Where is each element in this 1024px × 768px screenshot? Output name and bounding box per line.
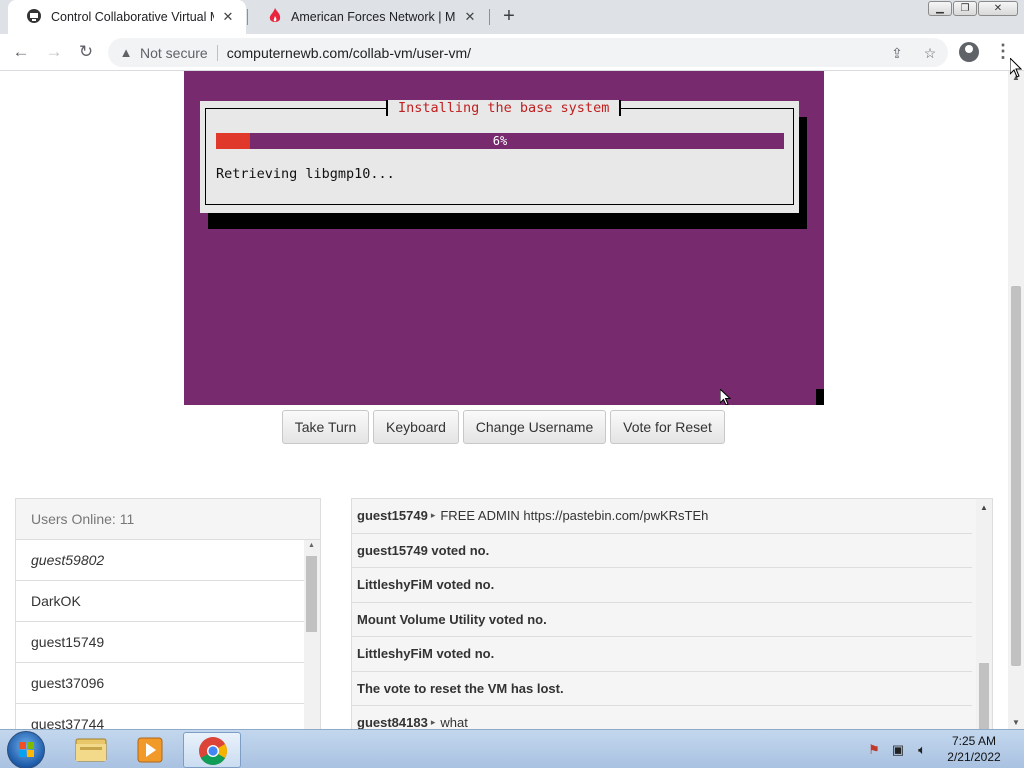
user-list-item[interactable]: guest37096: [16, 663, 304, 704]
user-list-item[interactable]: guest59802: [16, 540, 304, 581]
browser-toolbar: ← → ↻ ▲ Not secure computernewb.com/coll…: [0, 34, 1024, 71]
chat-message: guest15749 ▸ FREE ADMIN https://pastebin.c…: [352, 499, 972, 534]
scroll-down-arrow-icon[interactable]: ▼: [1012, 718, 1020, 727]
chat-username: guest84183: [357, 715, 428, 729]
restore-button[interactable]: ❐: [953, 1, 977, 16]
users-scrollbar[interactable]: ▲: [304, 540, 320, 729]
vm-dialog-frame: Installing the base system 6% Retrieving…: [205, 100, 794, 205]
vm-display[interactable]: Installing the base system 6% Retrieving…: [184, 71, 824, 405]
volume-icon[interactable]: 🔈︎: [914, 742, 930, 758]
user-list-item[interactable]: guest37744: [16, 704, 304, 729]
chat-scrollbar[interactable]: ▲: [976, 499, 992, 729]
explorer-folder-icon[interactable]: [62, 732, 120, 768]
media-player-icon[interactable]: [121, 732, 179, 768]
tab-separator: [489, 9, 490, 25]
chat-system-message: LittleshyFiM voted no.: [352, 637, 972, 672]
keyboard-button[interactable]: Keyboard: [373, 410, 459, 444]
profile-avatar-icon[interactable]: [959, 42, 979, 62]
vote-reset-button[interactable]: Vote for Reset: [610, 410, 725, 444]
vm-dialog-title: Installing the base system: [386, 100, 622, 116]
browser-tab-strip: Control Collaborative Virtual Ma ✕ Ameri…: [0, 0, 1024, 34]
new-tab-button[interactable]: +: [498, 5, 520, 27]
clock-date: 2/21/2022: [947, 750, 1001, 764]
mouse-cursor-icon: [719, 387, 732, 405]
chat-system-message: Mount Volume Utility voted no.: [352, 603, 972, 637]
close-icon[interactable]: ✕: [462, 9, 478, 25]
close-window-button[interactable]: ✕: [978, 1, 1018, 16]
tab-separator: [247, 9, 248, 25]
chat-text: what: [440, 715, 468, 729]
chrome-icon[interactable]: [183, 732, 241, 768]
vm-progress-bar: 6%: [216, 133, 784, 149]
back-arrow-icon[interactable]: ←: [9, 40, 33, 64]
minimize-button[interactable]: ▁: [928, 1, 952, 16]
users-online-header: Users Online: 11: [16, 499, 320, 540]
bookmark-star-icon[interactable]: ☆: [921, 44, 939, 62]
chat-system-message: The vote to reset the VM has lost.: [352, 672, 972, 706]
chat-panel: guest15749 ▸ FREE ADMIN https://pastebin.c…: [351, 498, 993, 729]
mouse-cursor-icon: [1009, 56, 1023, 81]
address-bar[interactable]: ▲ Not secure computernewb.com/collab-vm/…: [108, 38, 948, 67]
windows-flag-icon: [19, 742, 34, 757]
tab-collabvm[interactable]: Control Collaborative Virtual Ma ✕: [8, 0, 246, 34]
users-scroll-thumb[interactable]: [306, 556, 317, 632]
chat-system-text: LittleshyFiM voted no.: [357, 646, 495, 662]
users-list: guest59802 DarkOK guest15749 guest37096 …: [16, 540, 304, 729]
page-scrollbar[interactable]: ▲ ▼: [1008, 71, 1024, 729]
page-content: Installing the base system 6% Retrieving…: [0, 71, 1008, 729]
vm-corner-block: [816, 389, 824, 405]
user-list-item[interactable]: DarkOK: [16, 581, 304, 622]
chat-message: guest84183 ▸ what: [352, 706, 972, 729]
warning-triangle-icon[interactable]: ▲: [118, 45, 134, 60]
not-secure-label[interactable]: Not secure: [140, 45, 208, 61]
afn-flame-icon: [268, 7, 282, 27]
chat-separator: ▸: [430, 717, 436, 728]
network-icon[interactable]: ▣: [890, 742, 906, 758]
windows-taskbar: ⚑ ▣ 🔈︎ 7:25 AM 2/21/2022: [0, 729, 1024, 768]
chat-messages: guest15749 ▸ FREE ADMIN https://pastebin.c…: [352, 499, 972, 729]
vm-installer-dialog: Installing the base system 6% Retrieving…: [200, 100, 799, 213]
chat-system-text: The vote to reset the VM has lost.: [357, 680, 564, 696]
chat-system-message: guest15749 voted no.: [352, 534, 972, 568]
vm-progress-label: 6%: [492, 134, 508, 148]
page-scroll-thumb[interactable]: [1011, 286, 1021, 666]
user-list-item[interactable]: guest15749: [16, 622, 304, 663]
start-button[interactable]: [7, 731, 45, 768]
change-username-button[interactable]: Change Username: [463, 410, 606, 444]
close-icon[interactable]: ✕: [220, 9, 236, 25]
vm-status-text: Retrieving libgmp10...: [216, 166, 395, 182]
clock-time: 7:25 AM: [951, 734, 997, 748]
collabvm-favicon-icon: [26, 8, 42, 27]
scroll-up-arrow-icon[interactable]: ▲: [308, 542, 315, 549]
tab-title: Control Collaborative Virtual Ma: [51, 10, 214, 24]
system-clock[interactable]: 7:25 AM 2/21/2022: [934, 733, 1014, 765]
action-center-flag-icon[interactable]: ⚑: [866, 742, 882, 758]
url-text[interactable]: computernewb.com/collab-vm/user-vm/: [227, 45, 471, 61]
kebab-menu-icon[interactable]: ⋮: [994, 40, 1012, 64]
chat-system-text: LittleshyFiM voted no.: [357, 577, 495, 593]
reload-icon[interactable]: ↻: [74, 40, 98, 64]
take-turn-button[interactable]: Take Turn: [282, 410, 369, 444]
chat-system-text: Mount Volume Utility voted no.: [357, 611, 547, 627]
scroll-up-arrow-icon[interactable]: ▲: [980, 503, 988, 512]
chat-system-message: LittleshyFiM voted no.: [352, 568, 972, 603]
forward-arrow-icon[interactable]: →: [42, 40, 66, 64]
tab-afn[interactable]: American Forces Network | Milita ✕: [250, 0, 488, 34]
chat-text: FREE ADMIN https://pastebin.com/pwKRsTEh: [440, 508, 709, 524]
chat-scroll-thumb[interactable]: [979, 663, 989, 729]
chat-username: guest15749: [357, 508, 428, 524]
share-icon[interactable]: ⇪: [888, 44, 906, 62]
address-divider: [216, 44, 218, 61]
chat-system-text: guest15749 voted no.: [357, 542, 490, 558]
users-online-panel: Users Online: 11 guest59802 DarkOK guest…: [15, 498, 321, 729]
chat-separator: ▸: [430, 510, 436, 521]
tab-title: American Forces Network | Milita: [291, 10, 456, 24]
